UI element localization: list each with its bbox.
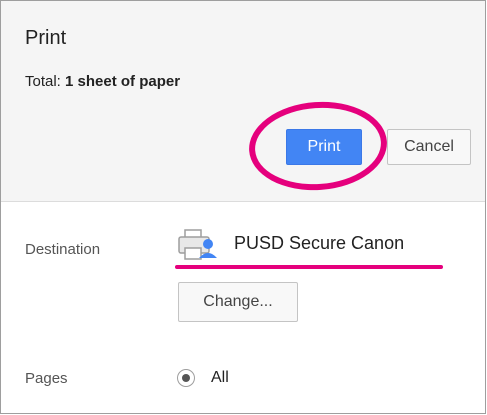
radio-selected-dot bbox=[182, 374, 190, 382]
annotation-circle bbox=[246, 97, 390, 195]
pages-label: Pages bbox=[25, 370, 68, 387]
pages-all-radio[interactable] bbox=[177, 369, 195, 387]
change-destination-button[interactable]: Change... bbox=[178, 282, 298, 322]
total-value: 1 sheet of paper bbox=[65, 73, 181, 90]
print-header: Print Total: 1 sheet of paper Print Canc… bbox=[1, 1, 485, 202]
total-prefix: Total: bbox=[25, 73, 66, 90]
printer-icon bbox=[178, 229, 217, 260]
destination-label: Destination bbox=[25, 241, 101, 258]
pages-all-label[interactable]: All bbox=[211, 369, 229, 387]
total-sheets: Total: 1 sheet of paper bbox=[25, 73, 180, 90]
print-dialog: Print Total: 1 sheet of paper Print Canc… bbox=[0, 0, 486, 414]
destination-printer-name: PUSD Secure Canon bbox=[234, 233, 405, 253]
annotation-underline bbox=[175, 265, 443, 269]
dialog-title: Print bbox=[25, 27, 67, 49]
cancel-button[interactable]: Cancel bbox=[387, 129, 471, 165]
